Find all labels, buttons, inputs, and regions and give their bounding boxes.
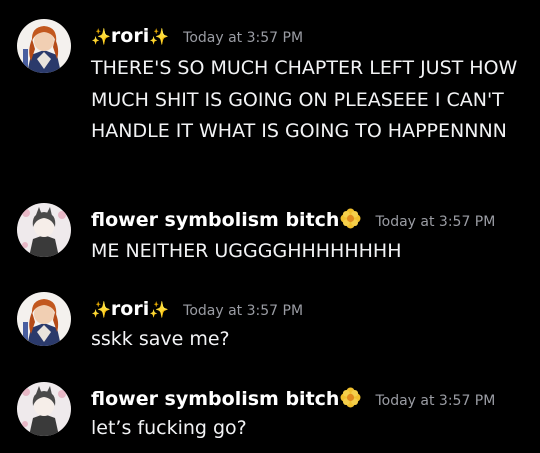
avatar-rori[interactable] — [17, 292, 71, 346]
sparkles-icon: ✨ — [149, 27, 170, 46]
sparkles-icon: ✨ — [91, 300, 111, 319]
username-flower-symbolism-bitch[interactable]: flower symbolism bitch — [91, 387, 361, 410]
username-text: rori — [110, 298, 150, 320]
message-content: sskk save me? — [91, 328, 230, 350]
avatar-flower-symbolism-bitch[interactable] — [17, 203, 71, 257]
timestamp[interactable]: Today at 3:57 PM — [183, 303, 303, 319]
yellow-flower-icon — [340, 208, 361, 229]
message-content: ME NEITHER UGGGGHHHHHHHH — [91, 240, 402, 262]
username-text: rori — [110, 25, 150, 47]
timestamp[interactable]: Today at 3:57 PM — [183, 30, 303, 46]
timestamp[interactable]: Today at 3:57 PM — [375, 393, 495, 409]
username-text: flower symbolism bitch — [91, 388, 340, 410]
avatar-flower-symbolism-bitch[interactable] — [17, 382, 71, 436]
username-flower-symbolism-bitch[interactable]: flower symbolism bitch — [91, 208, 361, 231]
message-header: flower symbolism bitch Today at 3:57 PM — [91, 387, 495, 410]
message-header: ✨rori✨ Today at 3:57 PM — [91, 298, 303, 320]
username-rori[interactable]: ✨rori✨ — [91, 298, 169, 320]
username-text: flower symbolism bitch — [91, 209, 340, 231]
avatar-rori[interactable] — [17, 19, 71, 73]
username-rori[interactable]: ✨rori✨ — [91, 25, 169, 47]
message-header: ✨rori✨ Today at 3:57 PM — [91, 25, 303, 47]
message-header: flower symbolism bitch Today at 3:57 PM — [91, 208, 495, 231]
message-content: THERE'S SO MUCH CHAPTER LEFT JUST HOW MU… — [91, 57, 518, 142]
timestamp[interactable]: Today at 3:57 PM — [375, 214, 495, 230]
message-content: let’s fucking go? — [91, 417, 247, 439]
sparkles-icon: ✨ — [149, 300, 170, 319]
yellow-flower-icon — [340, 387, 361, 408]
sparkles-icon: ✨ — [91, 27, 111, 46]
